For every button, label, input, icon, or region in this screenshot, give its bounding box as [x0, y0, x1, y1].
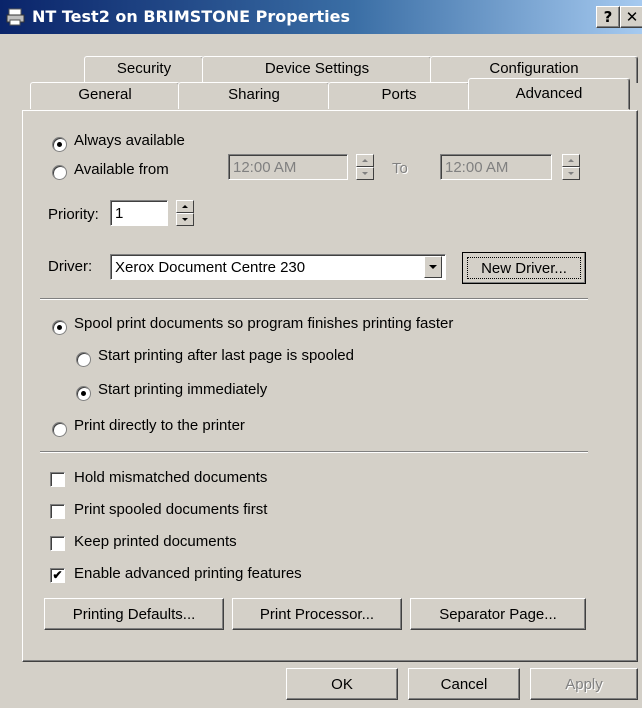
advanced-features-checkbox[interactable]: ✔ [50, 568, 65, 583]
separator-page-button[interactable]: Separator Page... [410, 598, 586, 630]
always-available-radio[interactable] [52, 137, 67, 152]
from-time-field[interactable]: 12:00 AM [228, 154, 348, 180]
priority-label: Priority: [48, 206, 99, 223]
chevron-down-icon[interactable] [424, 256, 442, 278]
spin-down-button[interactable] [176, 213, 194, 226]
printer-icon [6, 8, 25, 26]
help-button[interactable]: ? [596, 6, 620, 28]
tab-device-settings[interactable]: Device Settings [202, 56, 432, 83]
spin-up-button[interactable] [562, 154, 580, 167]
print-directly-radio[interactable] [52, 422, 67, 437]
window-title: NT Test2 on BRIMSTONE Properties [32, 7, 350, 26]
to-time-spinner[interactable] [562, 154, 580, 180]
new-driver-button-label: New Driver... [467, 257, 581, 279]
spin-up-button[interactable] [176, 200, 194, 213]
advanced-features-label[interactable]: Enable advanced printing features [74, 565, 302, 582]
priority-field[interactable]: 1 [110, 200, 168, 226]
spool-label[interactable]: Spool print documents so program finishe… [74, 315, 453, 332]
start-immediately-label[interactable]: Start printing immediately [98, 381, 267, 398]
spooled-first-checkbox[interactable] [50, 504, 65, 519]
available-from-label[interactable]: Available from [74, 161, 169, 178]
ok-button[interactable]: OK [286, 668, 398, 700]
new-driver-button[interactable]: New Driver... [462, 252, 586, 284]
spin-up-button[interactable] [356, 154, 374, 167]
keep-printed-label[interactable]: Keep printed documents [74, 533, 237, 550]
always-available-label[interactable]: Always available [74, 132, 185, 149]
keep-printed-checkbox[interactable] [50, 536, 65, 551]
to-time-field[interactable]: 12:00 AM [440, 154, 552, 180]
start-after-last-page-radio[interactable] [76, 352, 91, 367]
spool-radio[interactable] [52, 320, 67, 335]
title-bar[interactable]: NT Test2 on BRIMSTONE Properties ? ✕ [0, 0, 642, 34]
tab-ports[interactable]: Ports [328, 82, 470, 109]
start-immediately-radio[interactable] [76, 386, 91, 401]
tab-general[interactable]: General [30, 82, 180, 109]
printing-defaults-button[interactable]: Printing Defaults... [44, 598, 224, 630]
priority-spinner[interactable] [176, 200, 194, 226]
start-after-last-page-label[interactable]: Start printing after last page is spoole… [98, 347, 354, 364]
print-processor-button[interactable]: Print Processor... [232, 598, 402, 630]
hold-mismatched-label[interactable]: Hold mismatched documents [74, 469, 267, 486]
tab-advanced[interactable]: Advanced [468, 78, 630, 110]
spin-down-button[interactable] [562, 167, 580, 180]
separator [40, 298, 588, 300]
available-from-radio[interactable] [52, 165, 67, 180]
tab-sharing[interactable]: Sharing [178, 82, 330, 109]
from-time-spinner[interactable] [356, 154, 374, 180]
hold-mismatched-checkbox[interactable] [50, 472, 65, 487]
print-directly-label[interactable]: Print directly to the printer [74, 417, 245, 434]
close-button[interactable]: ✕ [620, 6, 642, 28]
spin-down-button[interactable] [356, 167, 374, 180]
cancel-button[interactable]: Cancel [408, 668, 520, 700]
driver-label: Driver: [48, 258, 93, 275]
apply-button[interactable]: Apply [530, 668, 638, 700]
separator [40, 451, 588, 453]
tab-security[interactable]: Security [84, 56, 204, 83]
to-label: To [392, 160, 408, 177]
driver-select[interactable]: Xerox Document Centre 230 [110, 254, 446, 280]
spooled-first-label[interactable]: Print spooled documents first [74, 501, 267, 518]
